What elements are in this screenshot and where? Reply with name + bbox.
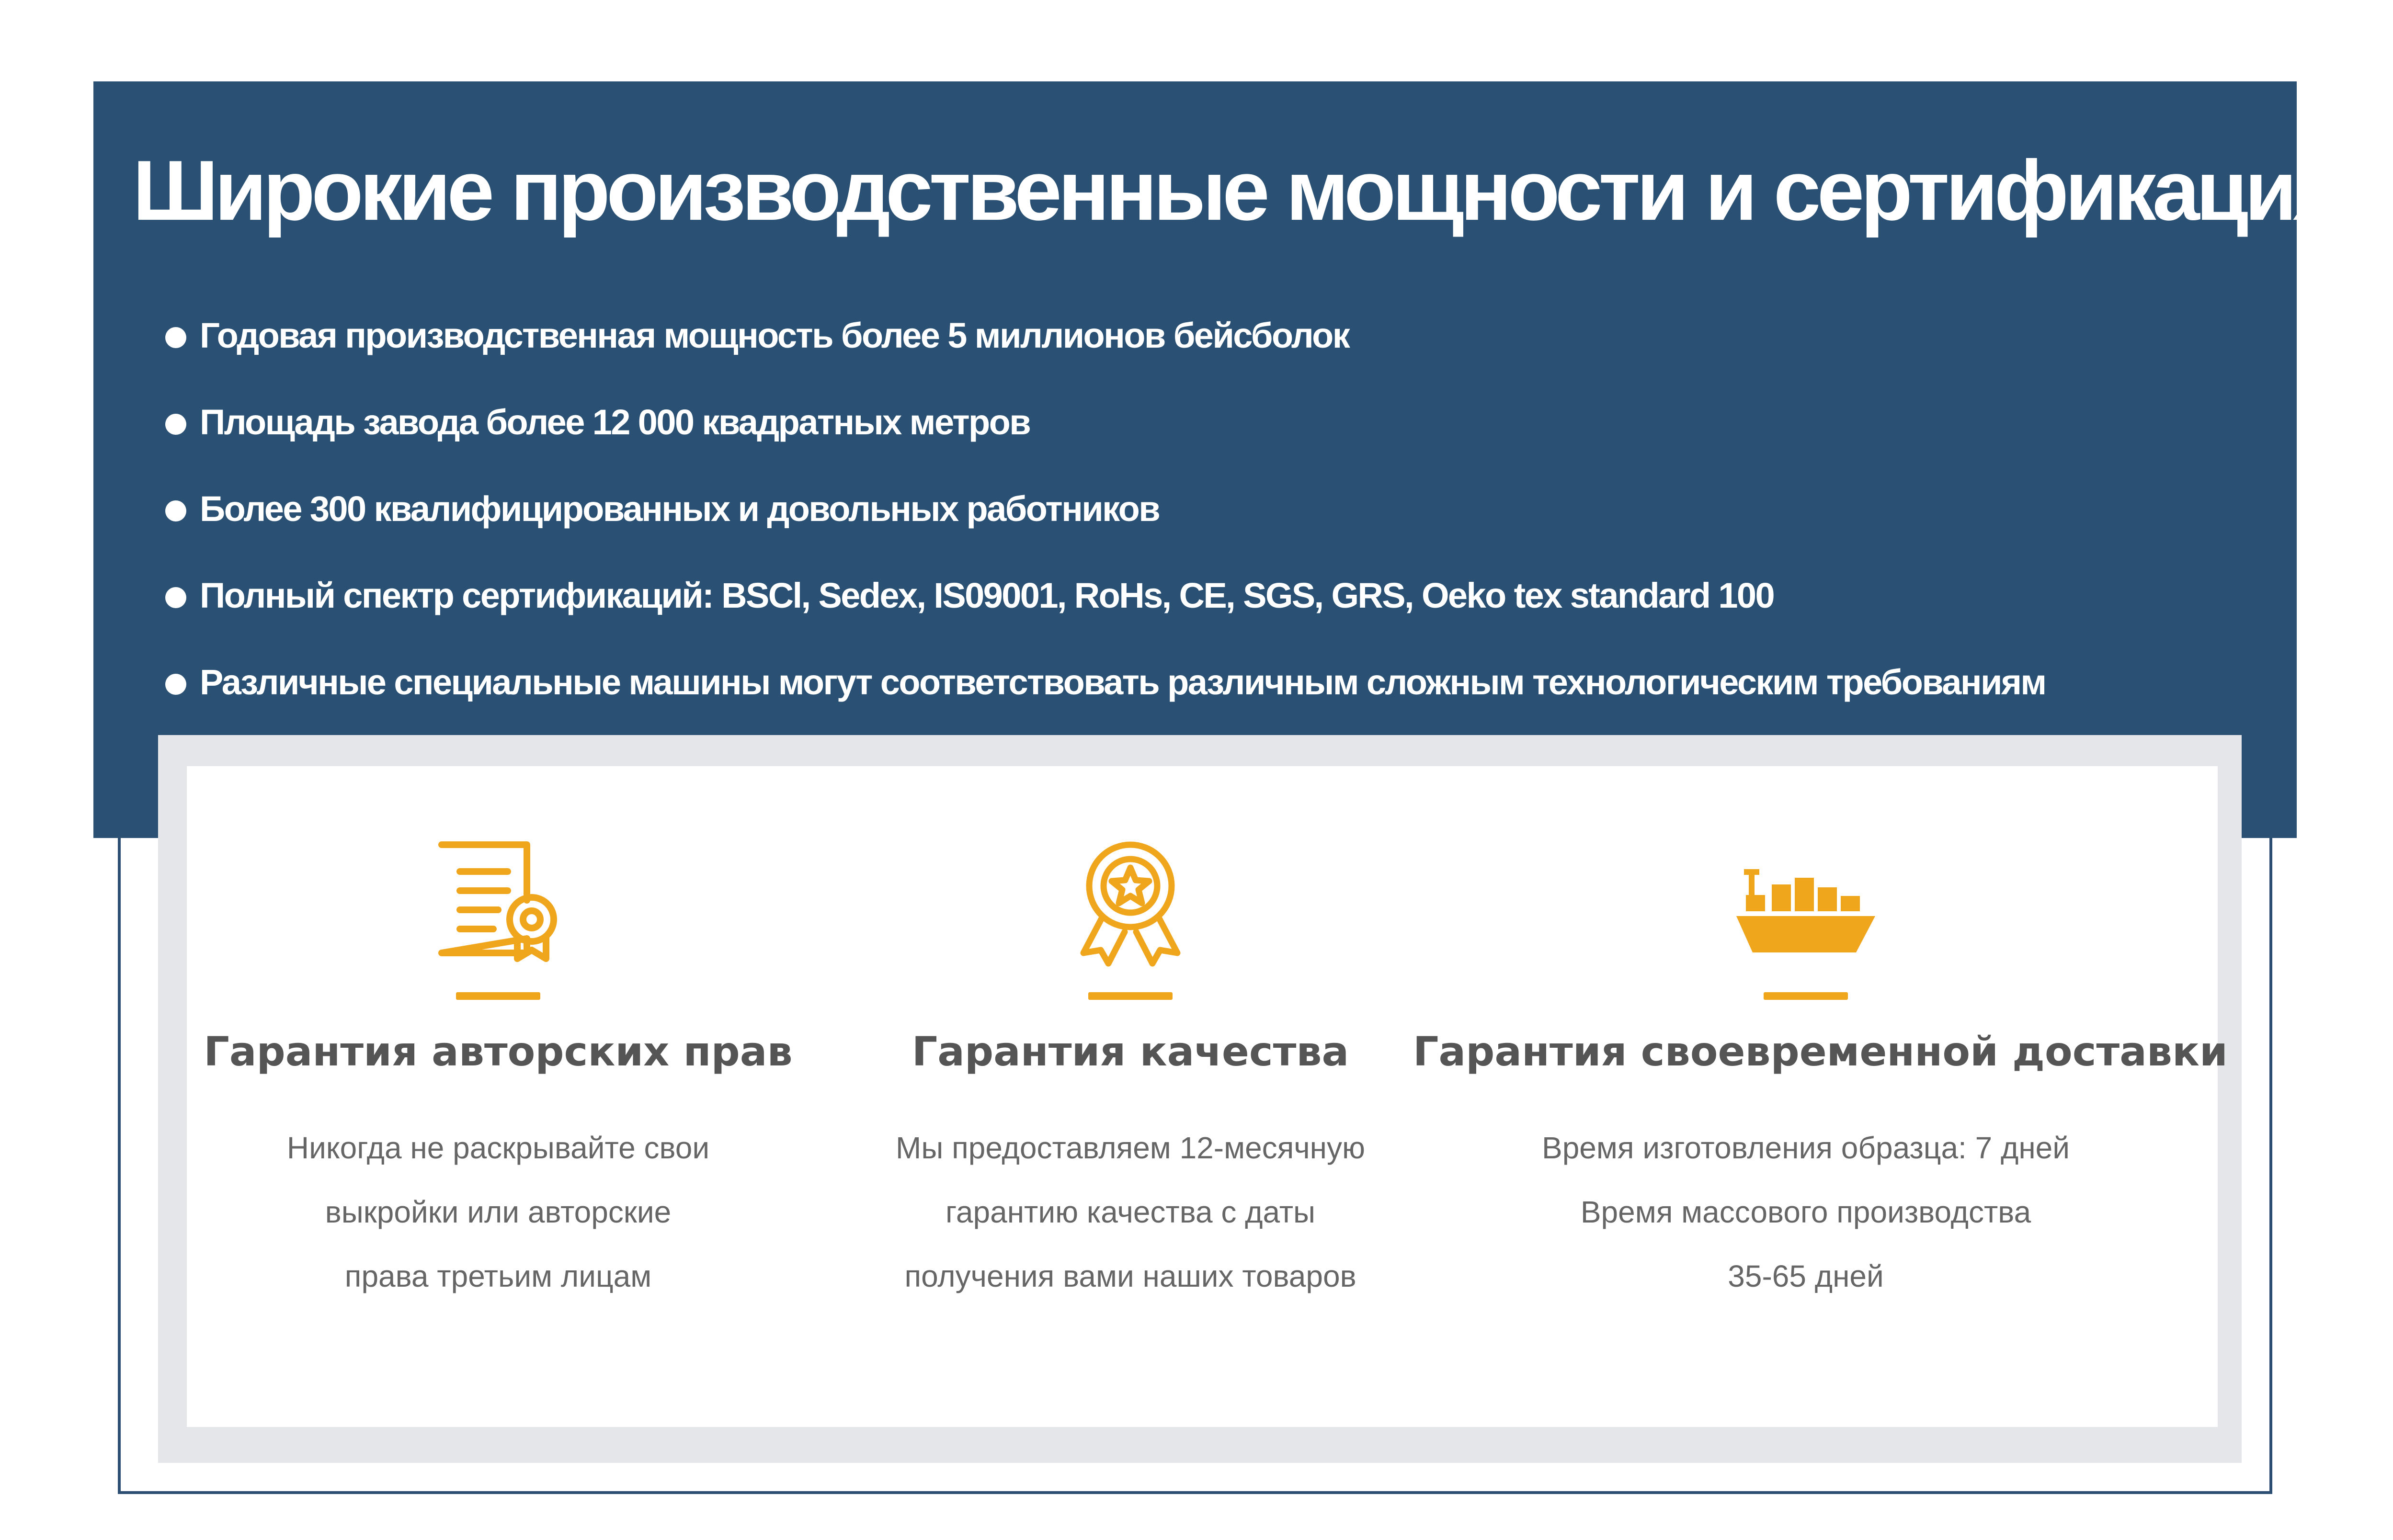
description-line: 35-65 дней <box>1728 1259 1884 1293</box>
bullet-text: Более 300 квалифицированных и довольных … <box>200 489 1161 529</box>
bullet-item: Различные специальные машины могут соотв… <box>165 639 2282 725</box>
feature-description: Время изготовления образца: 7 дней Время… <box>1413 1116 2199 1308</box>
bullet-item: Годовая производственная мощность более … <box>165 292 2282 379</box>
description-line: выкройки или авторские <box>325 1195 672 1229</box>
feature-underline <box>1088 992 1173 1000</box>
description-line: права третьим лицам <box>344 1259 652 1293</box>
feature-underline <box>1764 992 1848 1000</box>
feature-title: Гарантия авторских прав <box>204 1028 793 1075</box>
feature-bullet-list: Годовая производственная мощность более … <box>165 292 2282 725</box>
bullet-dot-icon <box>165 673 186 695</box>
bullet-dot-icon <box>165 500 186 521</box>
feature-quality: Гарантия качества Мы предоставляем 12-ме… <box>843 766 1418 1427</box>
bullet-dot-icon <box>165 327 186 348</box>
description-line: получения вами наших товаров <box>904 1259 1356 1293</box>
feature-title: Гарантия качества <box>912 1028 1349 1075</box>
description-line: Никогда не раскрывайте свои <box>286 1131 710 1165</box>
feature-delivery: Гарантия своевременной доставки Время из… <box>1413 766 2228 1427</box>
bullet-text: Полный спектр сертификаций: BSCl, Sedex,… <box>200 576 1775 615</box>
award-badge-icon <box>1080 841 1181 967</box>
feature-description: Мы предоставляем 12-месячную гарантию ка… <box>843 1116 1418 1308</box>
page-title: Широкие производственные мощности и серт… <box>133 143 2343 238</box>
bullet-item: Более 300 квалифицированных и довольных … <box>165 465 2282 552</box>
feature-title: Гарантия своевременной доставки <box>1413 1028 2228 1075</box>
bullet-text: Различные специальные машины могут соотв… <box>200 662 2047 702</box>
bullet-dot-icon <box>165 587 186 608</box>
description-line: Время массового производства <box>1580 1195 2031 1229</box>
bullet-text: Площадь завода более 12 000 квадратных м… <box>200 402 1031 442</box>
guarantee-card: Гарантия авторских прав Никогда не раскр… <box>187 766 2228 1427</box>
bullet-item: Площадь завода более 12 000 квадратных м… <box>165 379 2282 465</box>
description-line: Мы предоставляем 12-месячную <box>896 1131 1365 1165</box>
cargo-ship-icon <box>1736 869 1875 952</box>
bullet-text: Годовая производственная мощность более … <box>200 316 1350 355</box>
feature-description: Никогда не раскрывайте свои выкройки или… <box>201 1116 795 1308</box>
feature-underline <box>456 992 540 1000</box>
header-panel: Широкие производственные мощности и серт… <box>93 81 2343 838</box>
description-line: гарантию качества с даты <box>945 1195 1316 1229</box>
bullet-item: Полный спектр сертификаций: BSCl, Sedex,… <box>165 552 2282 639</box>
certificate-icon <box>438 841 557 962</box>
bullet-dot-icon <box>165 413 186 435</box>
feature-copyright: Гарантия авторских прав Никогда не раскр… <box>201 766 795 1427</box>
description-line: Время изготовления образца: 7 дней <box>1542 1131 2070 1165</box>
